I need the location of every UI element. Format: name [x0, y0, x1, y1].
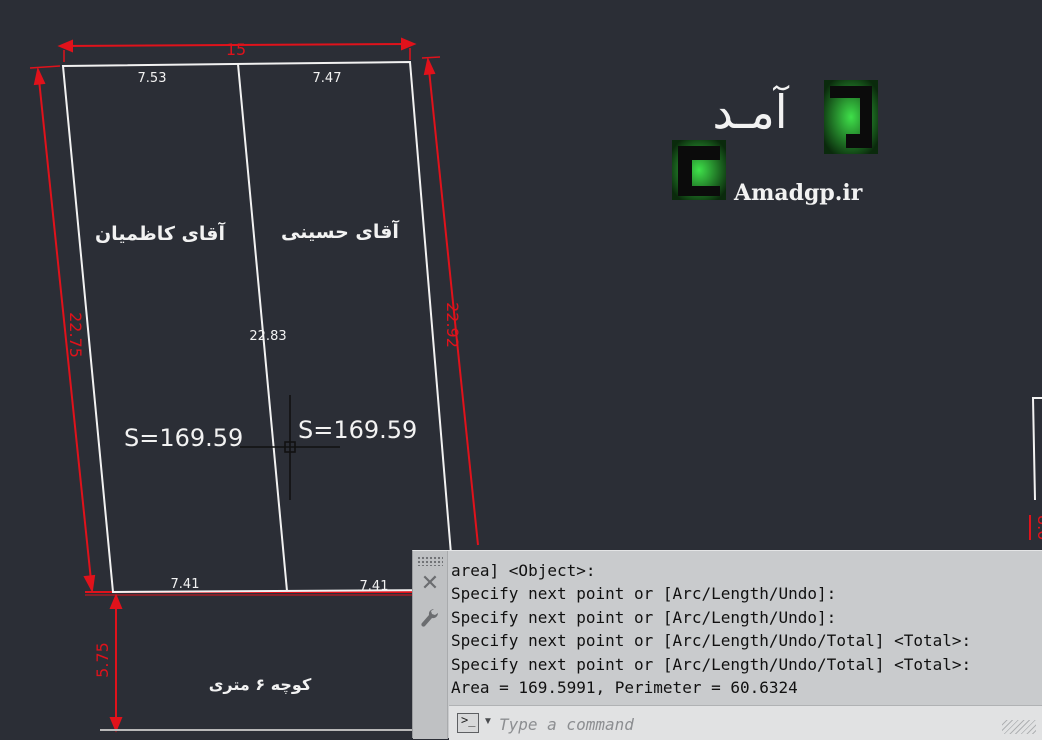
parcel-outline[interactable]	[61, 60, 456, 594]
history-line: Area = 169.5991, Perimeter = 60.6324	[451, 678, 798, 698]
history-line: Specify next point or [Arc/Length/Undo/T…	[451, 631, 972, 651]
command-input-bar: >_ ▼	[449, 705, 1042, 740]
logo-site-text: Amadgp.ir	[733, 180, 863, 206]
logo-arabic-text: آمـد	[712, 84, 789, 139]
dim-street-label: 5.75	[93, 642, 112, 678]
chevron-down-icon[interactable]: ▼	[483, 716, 493, 727]
bottom-left-length: 7.41	[171, 577, 200, 592]
dim-left-label: 22.75	[66, 312, 85, 358]
divider-length: 22.83	[249, 329, 286, 344]
dim-top-label: 15	[226, 40, 246, 59]
panel-drag-grip[interactable]	[417, 556, 443, 566]
wrench-icon[interactable]	[420, 607, 440, 629]
left-area-label: S=169.59	[124, 424, 243, 452]
right-area-label: S=169.59	[298, 416, 417, 444]
history-line: Specify next point or [Arc/Length/Undo]:	[451, 584, 837, 604]
command-panel-sidebar: ✕	[413, 551, 448, 739]
top-right-length: 7.47	[313, 71, 342, 86]
panel-resize-handle[interactable]	[1002, 720, 1036, 734]
crosshair-cursor	[240, 395, 340, 500]
history-line: Specify next point or [Arc/Length/Undo/T…	[451, 654, 972, 674]
street-label: کوچه ۶ متری	[209, 675, 312, 695]
side-dim-fragment: 8.0	[1034, 515, 1042, 540]
close-icon[interactable]: ✕	[420, 572, 440, 594]
left-owner-label: آقای کاظمیان	[95, 221, 226, 245]
top-left-length: 7.53	[138, 71, 167, 86]
history-line: area] <Object>:	[451, 561, 596, 580]
bottom-right-length: 7.41	[360, 579, 389, 594]
command-history: area] <Object>: Specify next point or [A…	[451, 559, 1042, 699]
right-parcel-edge	[1031, 397, 1042, 501]
dim-right-label: 22.92	[443, 302, 462, 348]
command-prompt-icon[interactable]: >_	[457, 713, 479, 733]
right-owner-label: آقای حسینی	[281, 219, 399, 243]
site-logo: آمـد Amadgp.ir	[672, 80, 878, 206]
history-line: Specify next point or [Arc/Length/Undo]:	[451, 607, 837, 627]
command-input[interactable]	[497, 710, 1031, 738]
command-line-panel: ✕ area] <Object>: Specify next point or …	[412, 550, 1042, 740]
